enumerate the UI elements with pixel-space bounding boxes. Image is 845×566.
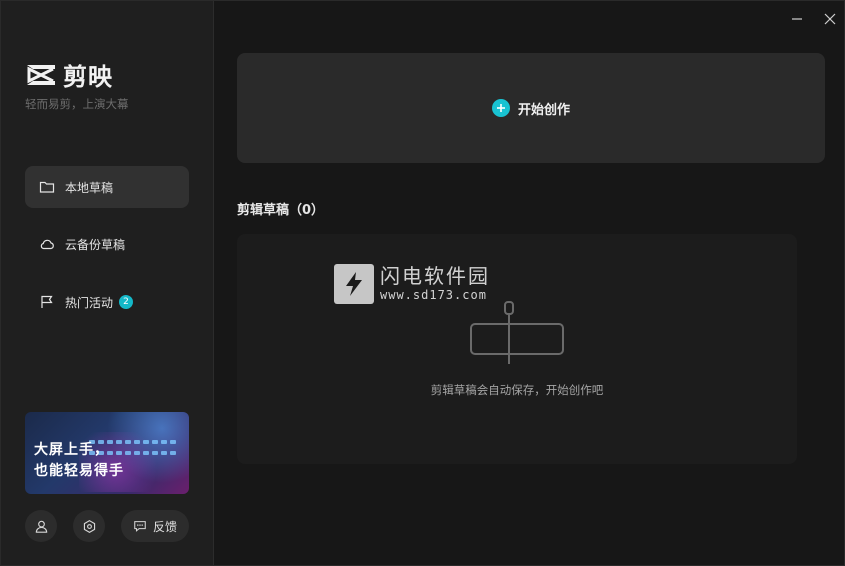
cloud-icon: [40, 239, 54, 250]
watermark-title: 闪电软件园: [380, 264, 490, 288]
app-window: 剪映 轻而易剪，上演大幕 本地草稿 云备份草稿 热门活动 2 大屏上手， 也能轻…: [0, 0, 845, 566]
minimize-button[interactable]: [789, 11, 805, 27]
capcut-logo-icon: [27, 64, 55, 85]
feedback-button[interactable]: 反馈: [121, 510, 189, 542]
notification-badge: 2: [119, 295, 134, 309]
sidebar-item-hot-events[interactable]: 热门活动 2: [25, 281, 189, 323]
empty-timeline-icon: [470, 301, 564, 364]
promo-line2: 也能轻易得手: [34, 463, 124, 479]
app-name: 剪映: [63, 63, 113, 91]
sidebar-item-label: 本地草稿: [65, 180, 114, 195]
folder-icon: [39, 181, 55, 193]
watermark-text: 闪电软件园 www.sd173.com: [380, 264, 490, 302]
sidebar: 剪映 轻而易剪，上演大幕 本地草稿 云备份草稿 热门活动 2 大屏上手， 也能轻…: [1, 1, 214, 565]
sidebar-item-label: 云备份草稿: [65, 237, 126, 252]
start-creation-button[interactable]: 开始创作: [237, 53, 825, 163]
promo-banner[interactable]: 大屏上手， 也能轻易得手: [25, 412, 189, 494]
close-button[interactable]: [822, 11, 838, 27]
minimize-icon: [792, 18, 802, 20]
drafts-empty-area: 剪辑草稿会自动保存，开始创作吧: [237, 234, 797, 464]
sidebar-item-label: 热门活动: [65, 295, 114, 310]
watermark-url: www.sd173.com: [380, 288, 487, 302]
flag-icon: [41, 295, 53, 308]
settings-button[interactable]: [73, 510, 105, 542]
empty-drafts-text: 剪辑草稿会自动保存，开始创作吧: [430, 383, 604, 397]
user-icon: [35, 520, 47, 533]
brand: 剪映: [25, 57, 113, 92]
app-slogan: 轻而易剪，上演大幕: [25, 97, 129, 111]
feedback-label: 反馈: [152, 519, 177, 534]
settings-icon: [83, 519, 95, 533]
promo-line1: 大屏上手，: [34, 442, 109, 458]
promo-text: 大屏上手， 也能轻易得手: [34, 440, 124, 482]
profile-button[interactable]: [25, 510, 57, 542]
close-icon: [824, 13, 836, 25]
watermark: 闪电软件园 www.sd173.com: [334, 264, 490, 304]
message-icon: [134, 521, 146, 532]
drafts-section-title: 剪辑草稿（0）: [237, 203, 325, 218]
sidebar-item-cloud-drafts[interactable]: 云备份草稿: [25, 223, 189, 265]
start-creation-label: 开始创作: [517, 102, 570, 118]
sidebar-item-local-drafts[interactable]: 本地草稿: [25, 166, 189, 208]
lightning-icon: [334, 264, 374, 304]
plus-icon: [491, 99, 510, 117]
